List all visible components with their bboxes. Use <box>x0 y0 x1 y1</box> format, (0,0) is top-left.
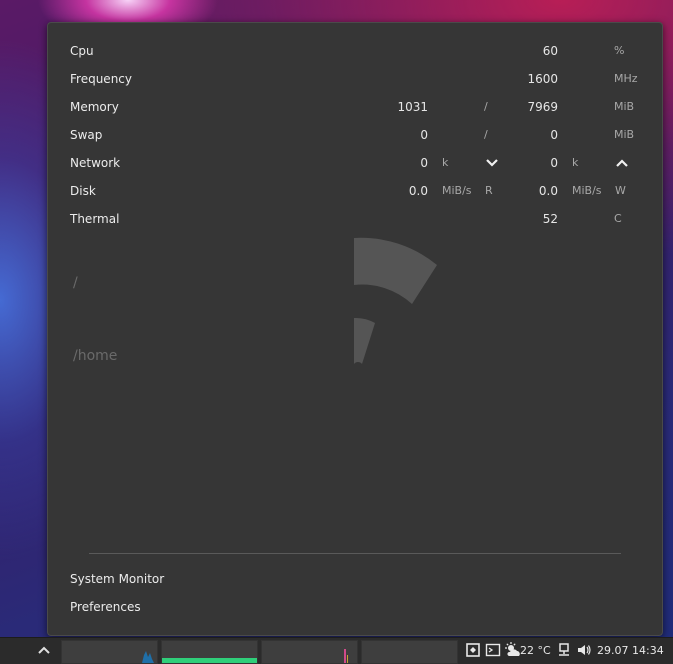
disk-label: Disk <box>70 184 96 198</box>
weather-temperature[interactable]: 22 °C <box>520 638 551 664</box>
swap-row: Swap 0 / 0 MiB <box>48 125 662 145</box>
swap-total: 0 <box>550 128 558 142</box>
clipboard-icon[interactable] <box>465 642 481 658</box>
disk-home-mount: /home <box>73 348 118 364</box>
frequency-unit: MHz <box>614 72 638 85</box>
network-up-unit: k <box>572 156 579 169</box>
thermal-value: 52 <box>542 212 558 226</box>
swap-unit: MiB <box>614 128 635 141</box>
disk-root-mount: / <box>73 275 78 291</box>
cpu-graph[interactable] <box>61 640 158 664</box>
swap-used: 0 <box>420 128 428 142</box>
show-desktop-arrow-icon[interactable] <box>34 641 54 661</box>
thermal-label: Thermal <box>70 212 120 226</box>
disk-graph[interactable] <box>361 640 458 664</box>
cpu-value: 60 <box>542 44 558 58</box>
disk-write-unit: MiB/s <box>572 184 602 197</box>
cpu-row: Cpu 60 % <box>48 41 662 61</box>
taskbar: 22 °C 29.07 14:34 <box>0 637 673 664</box>
system-monitor-menu-item[interactable]: System Monitor <box>70 572 164 586</box>
memory-label: Memory <box>70 100 119 114</box>
thermal-unit: C <box>614 212 622 225</box>
preferences-menu-item[interactable]: Preferences <box>70 600 141 614</box>
frequency-label: Frequency <box>70 72 132 86</box>
disk-write-tag: W <box>615 184 626 197</box>
swap-label: Swap <box>70 128 103 142</box>
cpu-graph-plot <box>142 651 154 663</box>
network-down-value: 0 <box>420 156 428 170</box>
disk-row: Disk 0.0 MiB/s R 0.0 MiB/s W <box>48 181 662 201</box>
disk-home-arc <box>354 317 375 364</box>
system-monitor-popup: Cpu 60 % Frequency 1600 MHz Memory 1031 … <box>47 22 663 636</box>
memory-total: 7969 <box>527 100 558 114</box>
frequency-value: 1600 <box>527 72 558 86</box>
disk-read-unit: MiB/s <box>442 184 472 197</box>
network-graph[interactable] <box>261 640 358 664</box>
disk-usage-gauge <box>354 237 437 364</box>
network-wired-icon[interactable] <box>556 642 572 658</box>
disk-write-value: 0.0 <box>538 184 558 198</box>
disk-root-arc <box>354 237 437 304</box>
memory-graph-plot <box>162 658 257 663</box>
memory-used: 1031 <box>397 100 428 114</box>
memory-row: Memory 1031 / 7969 MiB <box>48 97 662 117</box>
chevron-up-icon <box>615 153 629 173</box>
disk-read-value: 0.0 <box>408 184 428 198</box>
network-down-unit: k <box>442 156 449 169</box>
cpu-label: Cpu <box>70 44 94 58</box>
volume-icon[interactable] <box>576 642 592 658</box>
clock[interactable]: 29.07 14:34 <box>597 638 664 664</box>
memory-unit: MiB <box>614 100 635 113</box>
cpu-unit: % <box>614 44 625 57</box>
memory-graph[interactable] <box>161 640 258 664</box>
network-graph-plot <box>344 649 348 663</box>
menu-separator <box>89 553 621 554</box>
network-row: Network 0 k 0 k <box>48 153 662 173</box>
network-up-value: 0 <box>550 156 558 170</box>
frequency-row: Frequency 1600 MHz <box>48 69 662 89</box>
network-label: Network <box>70 156 121 170</box>
weather-sun-cloud-icon[interactable] <box>505 642 521 658</box>
terminal-icon[interactable] <box>485 642 501 658</box>
thermal-row: Thermal 52 C <box>48 209 662 229</box>
